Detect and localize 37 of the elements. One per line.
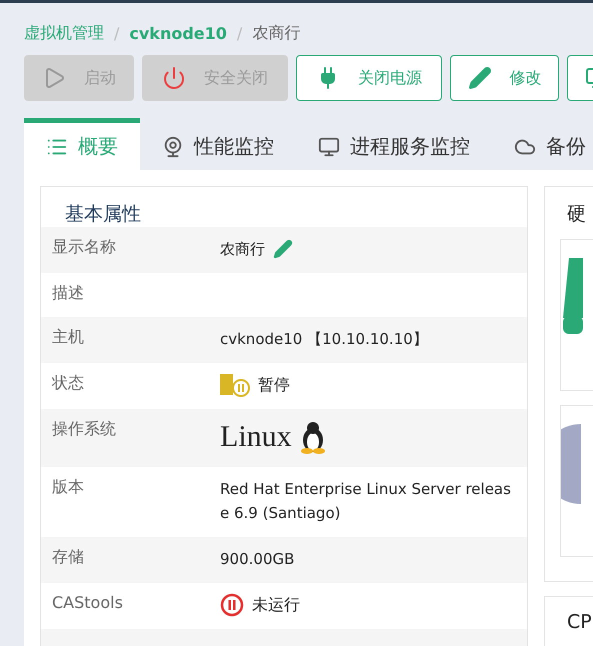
property-label: 主机 bbox=[52, 327, 85, 348]
status-value: 未运行 bbox=[252, 594, 300, 616]
pause-circle-icon bbox=[220, 593, 244, 617]
action-button[interactable]: 关闭电源 bbox=[296, 55, 442, 101]
property-label: 版本 bbox=[52, 477, 85, 498]
property-label: 状态 bbox=[52, 373, 85, 394]
edit-pencil-icon[interactable] bbox=[273, 239, 293, 259]
pencil-icon bbox=[468, 66, 492, 90]
tab[interactable]: 概要 bbox=[24, 118, 140, 170]
monitor-icon bbox=[318, 136, 340, 158]
property-label: 描述 bbox=[52, 283, 85, 304]
card-title: 硬 bbox=[567, 202, 587, 227]
tab[interactable]: 备份 bbox=[492, 118, 593, 170]
property-label: 存储 bbox=[52, 547, 85, 568]
property-label: CAStools bbox=[52, 593, 124, 614]
action-button[interactable]: 修改 bbox=[450, 55, 559, 101]
power-icon bbox=[162, 66, 186, 90]
tab[interactable]: 进程服务监控 bbox=[296, 118, 492, 170]
paused-vm-icon bbox=[220, 373, 250, 397]
property-label: 显示名称 bbox=[52, 237, 117, 258]
status-value: 暂停 bbox=[258, 374, 290, 396]
property-value: Red Hat Enterprise Linux Server release 6.9 (Santiago) bbox=[220, 479, 512, 524]
breadcrumb-link[interactable]: cvknode10 bbox=[129, 24, 227, 42]
linux-logo: Linux bbox=[220, 420, 292, 454]
tab[interactable]: 性能监控 bbox=[140, 118, 296, 170]
card-title: CP bbox=[567, 611, 593, 633]
card-title: 基本属性 bbox=[64, 202, 142, 227]
camera-icon bbox=[162, 136, 184, 158]
property-value: 900.00GB bbox=[220, 549, 294, 570]
property-label: 操作系统 bbox=[52, 419, 117, 440]
host-value: cvknode10 【10.10.10.10】 bbox=[220, 329, 428, 350]
display-name-value: 农商行 bbox=[220, 239, 265, 260]
breadcrumb-current: 农商行 bbox=[252, 22, 300, 44]
penguin-icon bbox=[300, 420, 326, 454]
breadcrumb-separator: / bbox=[236, 24, 242, 42]
breadcrumb-separator: / bbox=[114, 24, 120, 42]
breadcrumb-link[interactable]: 虚拟机管理 bbox=[24, 22, 104, 44]
